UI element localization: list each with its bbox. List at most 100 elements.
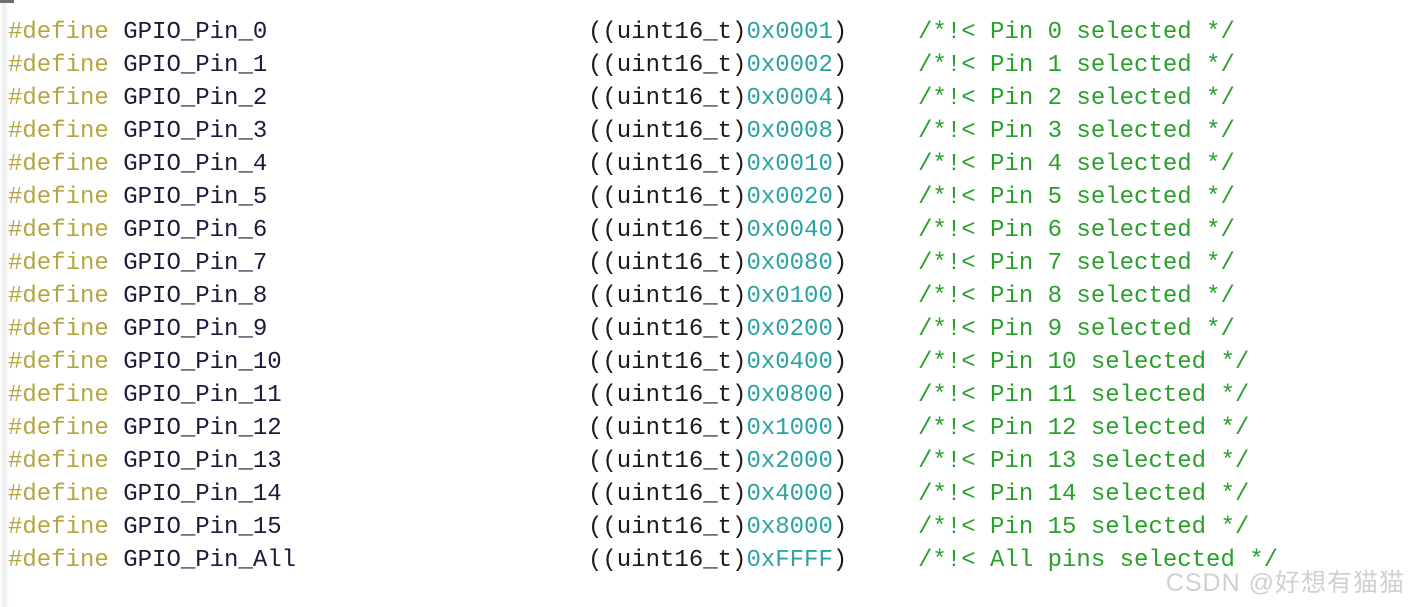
code-line[interactable]: #define GPIO_Pin_5 ((uint16_t)0x0020) /*!<… bbox=[0, 181, 1419, 214]
code-line[interactable]: #define GPIO_Pin_All ((uint16_t)0xFFFF) /*… bbox=[0, 544, 1419, 577]
comment-column: /*!< Pin 10 selected */ bbox=[918, 346, 1249, 379]
preprocessor-directive: #define bbox=[8, 184, 109, 211]
closing-paren: ) bbox=[832, 349, 848, 376]
code-line[interactable]: #define GPIO_Pin_2 ((uint16_t)0x0004) /*!<… bbox=[0, 82, 1419, 115]
macro-identifier: GPIO_Pin_2 bbox=[123, 85, 268, 112]
define-column: #define GPIO_Pin_0 bbox=[8, 16, 267, 49]
code-editor-content[interactable]: #define GPIO_Pin_0 ((uint16_t)0x0001)/*!<… bbox=[0, 0, 1419, 607]
comment-column: /*!< Pin 6 selected */ bbox=[918, 214, 1235, 247]
closing-paren: ) bbox=[832, 19, 848, 46]
code-line[interactable]: #define GPIO_Pin_3 ((uint16_t)0x0008) /*!<… bbox=[0, 115, 1419, 148]
closing-paren: ) bbox=[832, 250, 848, 277]
define-column: #define GPIO_Pin_8 bbox=[8, 280, 267, 313]
macro-value-column: ((uint16_t)0x8000) bbox=[588, 511, 847, 544]
hex-literal: 0x4000 bbox=[746, 481, 833, 508]
preprocessor-directive: #define bbox=[8, 151, 109, 178]
hex-literal: 0x0020 bbox=[746, 184, 833, 211]
cast-expression: ((uint16_t) bbox=[588, 316, 747, 343]
preprocessor-directive: #define bbox=[8, 283, 109, 310]
macro-value-column: ((uint16_t)0x0010) bbox=[588, 148, 847, 181]
closing-paren: ) bbox=[832, 118, 848, 145]
code-line[interactable]: #define GPIO_Pin_14 ((uint16_t)0x4000) /*!… bbox=[0, 478, 1419, 511]
comment-column: /*!< Pin 7 selected */ bbox=[918, 247, 1235, 280]
code-line[interactable]: #define GPIO_Pin_7 ((uint16_t)0x0080) /*!<… bbox=[0, 247, 1419, 280]
define-column: #define GPIO_Pin_15 bbox=[8, 511, 282, 544]
macro-value-column: ((uint16_t)0x0400) bbox=[588, 346, 847, 379]
doc-comment: /*!< All pins selected */ bbox=[918, 547, 1279, 574]
hex-literal: 0x8000 bbox=[746, 514, 833, 541]
doc-comment: /*!< Pin 12 selected */ bbox=[918, 415, 1250, 442]
hex-literal: 0x1000 bbox=[746, 415, 833, 442]
macro-identifier: GPIO_Pin_1 bbox=[123, 52, 268, 79]
comment-column: /*!< Pin 14 selected */ bbox=[918, 478, 1249, 511]
define-column: #define GPIO_Pin_10 bbox=[8, 346, 282, 379]
macro-value-column: ((uint16_t)0x1000) bbox=[588, 412, 847, 445]
macro-identifier: GPIO_Pin_15 bbox=[123, 514, 282, 541]
cast-expression: ((uint16_t) bbox=[588, 52, 747, 79]
define-column: #define GPIO_Pin_5 bbox=[8, 181, 267, 214]
code-line[interactable]: #define GPIO_Pin_9 ((uint16_t)0x0200) /*!<… bbox=[0, 313, 1419, 346]
comment-column: /*!< Pin 9 selected */ bbox=[918, 313, 1235, 346]
macro-value-column: ((uint16_t)0x0020) bbox=[588, 181, 847, 214]
code-line[interactable]: #define GPIO_Pin_15 ((uint16_t)0x8000) /*!… bbox=[0, 511, 1419, 544]
macro-identifier: GPIO_Pin_0 bbox=[123, 19, 268, 46]
comment-column: /*!< Pin 0 selected */ bbox=[918, 16, 1235, 49]
macro-identifier: GPIO_Pin_11 bbox=[123, 382, 282, 409]
preprocessor-directive: #define bbox=[8, 19, 109, 46]
macro-identifier: GPIO_Pin_5 bbox=[123, 184, 268, 211]
doc-comment: /*!< Pin 10 selected */ bbox=[918, 349, 1250, 376]
code-line[interactable]: #define GPIO_Pin_12 ((uint16_t)0x1000) /*!… bbox=[0, 412, 1419, 445]
doc-comment: /*!< Pin 15 selected */ bbox=[918, 514, 1250, 541]
hex-literal: 0x0002 bbox=[746, 52, 833, 79]
closing-paren: ) bbox=[832, 85, 848, 112]
define-column: #define GPIO_Pin_1 bbox=[8, 49, 267, 82]
hex-literal: 0x0100 bbox=[746, 283, 833, 310]
code-line[interactable]: #define GPIO_Pin_0 ((uint16_t)0x0001) /*!<… bbox=[0, 16, 1419, 49]
code-line[interactable]: #define GPIO_Pin_4 ((uint16_t)0x0010) /*!<… bbox=[0, 148, 1419, 181]
hex-literal: 0x0004 bbox=[746, 85, 833, 112]
doc-comment: /*!< Pin 9 selected */ bbox=[918, 316, 1235, 343]
doc-comment: /*!< Pin 11 selected */ bbox=[918, 382, 1250, 409]
comment-column: /*!< Pin 11 selected */ bbox=[918, 379, 1249, 412]
code-line[interactable]: #define GPIO_Pin_8 ((uint16_t)0x0100) /*!<… bbox=[0, 280, 1419, 313]
doc-comment: /*!< Pin 8 selected */ bbox=[918, 283, 1235, 310]
code-line[interactable]: #define GPIO_Pin_6 ((uint16_t)0x0040) /*!<… bbox=[0, 214, 1419, 247]
closing-paren: ) bbox=[832, 547, 848, 574]
hex-literal: 0x0008 bbox=[746, 118, 833, 145]
closing-paren: ) bbox=[832, 415, 848, 442]
macro-value-column: ((uint16_t)0x4000) bbox=[588, 478, 847, 511]
comment-column: /*!< Pin 1 selected */ bbox=[918, 49, 1235, 82]
define-column: #define GPIO_Pin_7 bbox=[8, 247, 267, 280]
closing-paren: ) bbox=[832, 52, 848, 79]
comment-column: /*!< Pin 5 selected */ bbox=[918, 181, 1235, 214]
macro-identifier: GPIO_Pin_9 bbox=[123, 316, 268, 343]
code-line[interactable]: #define GPIO_Pin_1 ((uint16_t)0x0002) /*!<… bbox=[0, 49, 1419, 82]
cast-expression: ((uint16_t) bbox=[588, 151, 747, 178]
hex-literal: 0x0010 bbox=[746, 151, 833, 178]
macro-identifier: GPIO_Pin_10 bbox=[123, 349, 282, 376]
cast-expression: ((uint16_t) bbox=[588, 250, 747, 277]
macro-identifier: GPIO_Pin_14 bbox=[123, 481, 282, 508]
comment-column: /*!< Pin 13 selected */ bbox=[918, 445, 1249, 478]
comment-column: /*!< All pins selected */ bbox=[918, 544, 1278, 577]
macro-value-column: ((uint16_t)0xFFFF) bbox=[588, 544, 847, 577]
comment-column: /*!< Pin 8 selected */ bbox=[918, 280, 1235, 313]
preprocessor-directive: #define bbox=[8, 217, 109, 244]
code-line[interactable]: #define GPIO_Pin_10 ((uint16_t)0x0400) /*!… bbox=[0, 346, 1419, 379]
macro-value-column: ((uint16_t)0x0004) bbox=[588, 82, 847, 115]
doc-comment: /*!< Pin 14 selected */ bbox=[918, 481, 1250, 508]
doc-comment: /*!< Pin 5 selected */ bbox=[918, 184, 1235, 211]
cast-expression: ((uint16_t) bbox=[588, 217, 747, 244]
comment-column: /*!< Pin 15 selected */ bbox=[918, 511, 1249, 544]
hex-literal: 0x2000 bbox=[746, 448, 833, 475]
code-line[interactable]: #define GPIO_Pin_13 ((uint16_t)0x2000) /*!… bbox=[0, 445, 1419, 478]
comment-column: /*!< Pin 4 selected */ bbox=[918, 148, 1235, 181]
cast-expression: ((uint16_t) bbox=[588, 19, 747, 46]
hex-literal: 0x0800 bbox=[746, 382, 833, 409]
preprocessor-directive: #define bbox=[8, 415, 109, 442]
macro-identifier: GPIO_Pin_7 bbox=[123, 250, 268, 277]
macro-identifier: GPIO_Pin_4 bbox=[123, 151, 268, 178]
code-line[interactable]: #define GPIO_Pin_11 ((uint16_t)0x0800) /*!… bbox=[0, 379, 1419, 412]
hex-literal: 0x0400 bbox=[746, 349, 833, 376]
define-column: #define GPIO_Pin_2 bbox=[8, 82, 267, 115]
